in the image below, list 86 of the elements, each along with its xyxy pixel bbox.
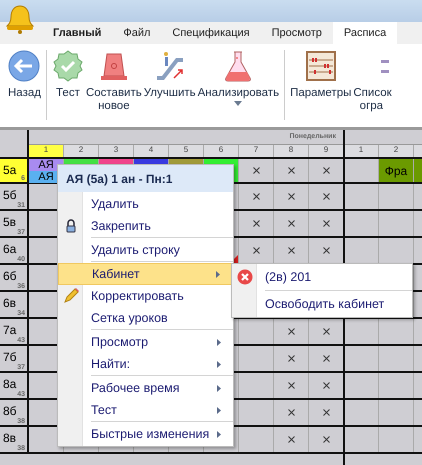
cross-icon	[288, 193, 294, 200]
list-icon	[381, 60, 390, 73]
cross-icon	[288, 436, 294, 443]
bell-logo-icon[interactable]	[5, 4, 35, 34]
period-header[interactable]: 1	[344, 145, 379, 157]
ribbon-tab[interactable]: Расписа	[332, 22, 398, 44]
menu-item[interactable]: Корректировать	[58, 285, 233, 307]
menu-item[interactable]: Кабинет	[58, 263, 233, 285]
submenu-arrow-icon	[217, 384, 221, 392]
ribbon-tab[interactable]: Главный	[42, 22, 112, 44]
submenu-arrow-icon	[216, 270, 220, 278]
cross-icon	[322, 436, 330, 443]
cross-icon	[252, 220, 260, 227]
period-header[interactable]: 9	[309, 145, 344, 157]
period-header[interactable]: 1	[29, 145, 64, 157]
error-icon	[236, 269, 252, 285]
class-name: 7б	[3, 350, 17, 364]
ribbon-tab[interactable]: Просмотр	[260, 22, 333, 44]
menu-item[interactable]: Быстрые изменения	[58, 423, 233, 445]
menu-item[interactable]: Рабочее время	[58, 377, 233, 399]
cross-icon	[322, 409, 330, 416]
class-name: 5а	[3, 163, 16, 177]
cross-icon	[322, 328, 330, 335]
ribbon-button[interactable]: Составить новое	[84, 50, 143, 113]
ribbon-tab[interactable]: Спецификация	[161, 22, 261, 44]
class-name: 6в	[3, 296, 16, 310]
class-name: 6а	[3, 242, 16, 256]
cross-icon	[288, 247, 294, 254]
cross-icon	[288, 328, 294, 335]
pencil-icon	[62, 288, 78, 304]
cross-icon	[322, 247, 330, 254]
cross-icon	[322, 193, 330, 200]
menu-item[interactable]: Удалить	[58, 193, 233, 215]
submenu-arrow-icon	[217, 360, 221, 368]
menu-title: АЯ (5а) 1 ан - Пн:1	[58, 165, 233, 192]
ribbon-button[interactable]: Анализировать	[196, 50, 280, 106]
class-name: 8а	[3, 377, 16, 391]
checkmark-badge-icon	[52, 50, 84, 82]
period-header[interactable]: 5	[169, 145, 204, 157]
menu-item[interactable]: (2в) 201	[232, 266, 412, 288]
class-name: 7а	[3, 323, 16, 337]
lock-icon	[66, 219, 76, 233]
ribbon-button[interactable]: Параметры	[289, 50, 352, 100]
menu-item[interactable]: Просмотр	[58, 331, 233, 353]
class-name: 8б	[3, 404, 17, 418]
cross-icon	[252, 167, 260, 174]
cross-icon	[322, 220, 330, 227]
ribbon-button[interactable]: Назад	[0, 50, 42, 100]
cross-icon	[288, 382, 294, 389]
submenu-arrow-icon	[217, 406, 221, 414]
menu-item[interactable]: Сетка уроков	[58, 307, 233, 329]
period-header[interactable]: 2	[64, 145, 99, 157]
class-name: 8в	[3, 431, 16, 445]
cross-icon	[288, 409, 294, 416]
period-header[interactable]: 2	[379, 145, 414, 157]
cross-icon	[252, 193, 260, 200]
period-header[interactable]: 7	[239, 145, 274, 157]
submenu-arrow-icon	[217, 430, 221, 438]
cross-icon	[322, 382, 330, 389]
cross-icon	[288, 220, 294, 227]
menu-item[interactable]: Тест	[58, 399, 233, 421]
cross-icon	[288, 355, 294, 362]
cross-icon	[288, 167, 294, 174]
period-header[interactable]: 4	[134, 145, 169, 157]
lesson-card[interactable]: АЯ	[29, 159, 63, 171]
dropdown-caret-icon	[234, 101, 242, 106]
cross-icon	[322, 355, 330, 362]
lesson-card[interactable]: Фра	[379, 159, 413, 182]
class-name: 6б	[3, 269, 17, 283]
abacus-icon	[304, 50, 337, 82]
menu-item[interactable]: Освободить кабинет	[232, 293, 412, 315]
ribbon-button[interactable]: Список огра	[352, 50, 390, 113]
period-header[interactable]: 3	[99, 145, 134, 157]
menu-item[interactable]: Удалить строку	[58, 239, 233, 261]
period-header[interactable]: 8	[274, 145, 309, 157]
submenu-arrow-icon	[217, 338, 221, 346]
class-name: 5б	[3, 188, 17, 202]
menu-item[interactable]: Закрепить	[58, 215, 233, 237]
ribbon-tab[interactable]: Файл	[112, 22, 162, 44]
period-header[interactable]: 6	[204, 145, 239, 157]
class-name: 5в	[3, 215, 16, 229]
cross-icon	[322, 167, 330, 174]
ribbon-button[interactable]: Тест	[50, 50, 85, 100]
ribbon-button[interactable]: Улучшить	[142, 50, 197, 100]
menu-item[interactable]: Найти:	[58, 353, 233, 375]
cross-icon	[252, 247, 260, 254]
